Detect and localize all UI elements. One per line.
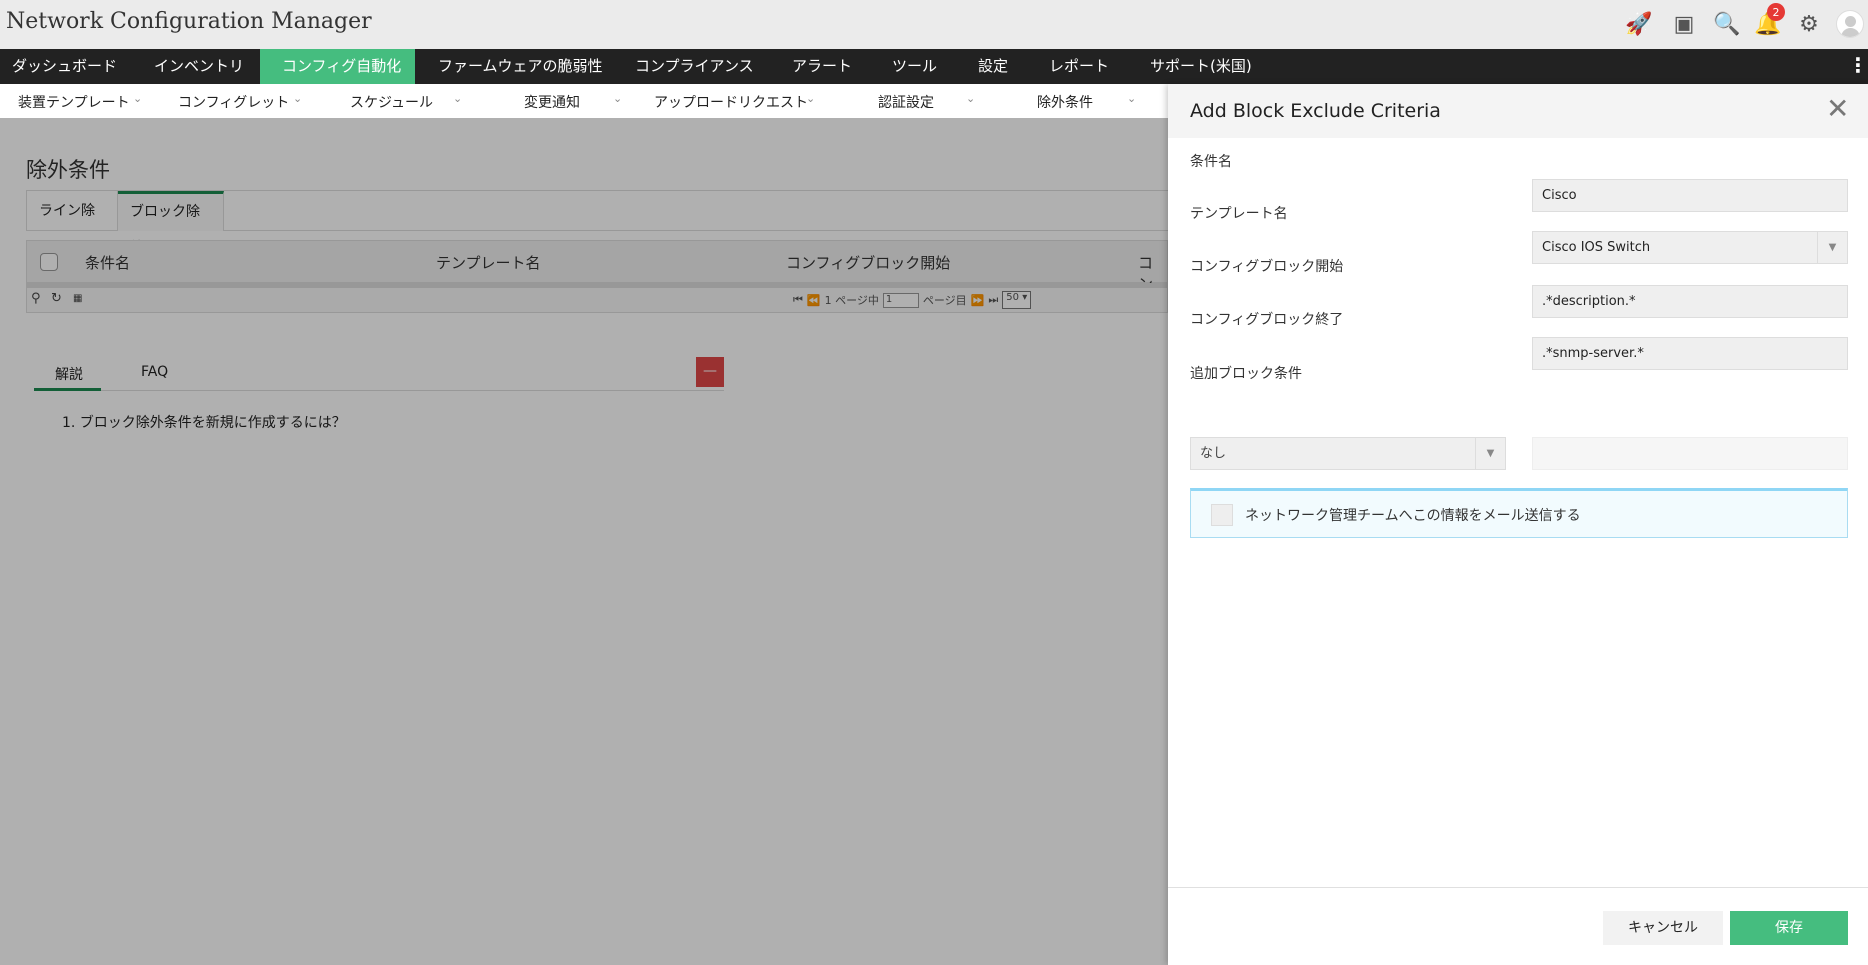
chevron-down-icon[interactable]: ⌄ [453, 92, 462, 105]
block-end-label: コンフィグブロック終了 [1190, 312, 1344, 328]
panel-header: Add Block Exclude Criteria ✕ [1168, 84, 1868, 138]
nav-firmware[interactable]: ファームウェアの脆弱性 [426, 49, 615, 84]
block-start-label: コンフィグブロック開始 [1190, 259, 1344, 275]
save-button[interactable]: 保存 [1730, 911, 1848, 945]
template-name-label: テンプレート名 [1190, 206, 1288, 222]
subnav-exclude-criteria[interactable]: 除外条件 [1037, 92, 1093, 112]
add-block-exclude-panel: Add Block Exclude Criteria ✕ 条件名 Cisco テ… [1168, 84, 1868, 965]
additional-block-value: なし [1200, 446, 1227, 461]
modal-overlay[interactable] [0, 118, 1168, 965]
nav-alerts[interactable]: アラート [780, 49, 864, 84]
gear-icon[interactable]: ⚙ [1795, 10, 1823, 38]
divider [1168, 887, 1868, 888]
email-notify-checkbox[interactable] [1211, 504, 1233, 526]
cancel-button[interactable]: キャンセル [1603, 911, 1723, 945]
block-end-input[interactable]: .*snmp-server.* [1532, 337, 1848, 370]
presentation-icon[interactable]: ▣ [1670, 10, 1698, 38]
nav-compliance[interactable]: コンプライアンス [623, 49, 766, 84]
app-title: Network Configuration Manager [6, 9, 372, 34]
nav-settings[interactable]: 設定 [966, 49, 1020, 84]
chevron-down-icon[interactable]: ⌄ [293, 92, 302, 105]
dropdown-arrow-icon[interactable]: ▼ [1817, 232, 1847, 263]
subnav-credentials[interactable]: 認証設定 [878, 92, 934, 112]
additional-block-input[interactable] [1532, 437, 1848, 470]
chevron-down-icon[interactable]: ⌄ [966, 92, 975, 105]
template-name-value: Cisco IOS Switch [1542, 240, 1651, 255]
chevron-down-icon[interactable]: ⌄ [133, 92, 142, 105]
additional-block-label: 追加ブロック条件 [1190, 366, 1302, 382]
more-icon[interactable]: ⋮ [1848, 49, 1868, 84]
chevron-down-icon[interactable]: ⌄ [806, 92, 815, 105]
avatar[interactable] [1836, 10, 1864, 38]
email-notify-label[interactable]: ネットワーク管理チームへこの情報をメール送信する [1245, 505, 1581, 525]
nav-inventory[interactable]: インベントリ [142, 49, 256, 84]
panel-title: Add Block Exclude Criteria [1190, 100, 1441, 122]
main-nav: ダッシュボード インベントリ コンフィグ自動化 ファームウェアの脆弱性 コンプラ… [0, 49, 1868, 84]
criteria-name-label: 条件名 [1190, 154, 1232, 170]
sub-nav: 装置テンプレート ⌄ コンフィグレット ⌄ スケジュール ⌄ 変更通知 ⌄ アッ… [0, 84, 1168, 118]
notification-badge: 2 [1767, 3, 1785, 21]
subnav-schedule[interactable]: スケジュール [350, 92, 433, 112]
email-notify-box: ネットワーク管理チームへこの情報をメール送信する [1190, 488, 1848, 538]
subnav-upload-request[interactable]: アップロードリクエスト [654, 92, 808, 112]
chevron-down-icon[interactable]: ⌄ [613, 92, 622, 105]
close-icon[interactable]: ✕ [1826, 92, 1849, 125]
additional-block-select[interactable]: なし ▼ [1190, 437, 1506, 470]
subnav-device-templates[interactable]: 装置テンプレート [18, 92, 130, 112]
nav-dashboard[interactable]: ダッシュボード [0, 49, 129, 84]
subnav-change-notification[interactable]: 変更通知 [524, 92, 580, 112]
criteria-name-input[interactable]: Cisco [1532, 179, 1848, 212]
nav-support[interactable]: サポート(米国) [1138, 49, 1264, 84]
chevron-down-icon[interactable]: ⌄ [1127, 92, 1136, 105]
template-name-select[interactable]: Cisco IOS Switch ▼ [1532, 231, 1848, 264]
subnav-configlets[interactable]: コンフィグレット [178, 92, 289, 112]
rocket-icon[interactable]: 🚀 [1625, 10, 1653, 38]
nav-tools[interactable]: ツール [880, 49, 949, 84]
block-start-input[interactable]: .*description.* [1532, 285, 1848, 318]
top-header: Network Configuration Manager 🚀 ▣ 🔍 🔔 2 … [0, 0, 1868, 49]
search-icon[interactable]: 🔍 [1713, 10, 1741, 38]
dropdown-arrow-icon[interactable]: ▼ [1475, 438, 1505, 469]
nav-reports[interactable]: レポート [1037, 49, 1121, 84]
nav-config-automation[interactable]: コンフィグ自動化 [260, 49, 415, 84]
